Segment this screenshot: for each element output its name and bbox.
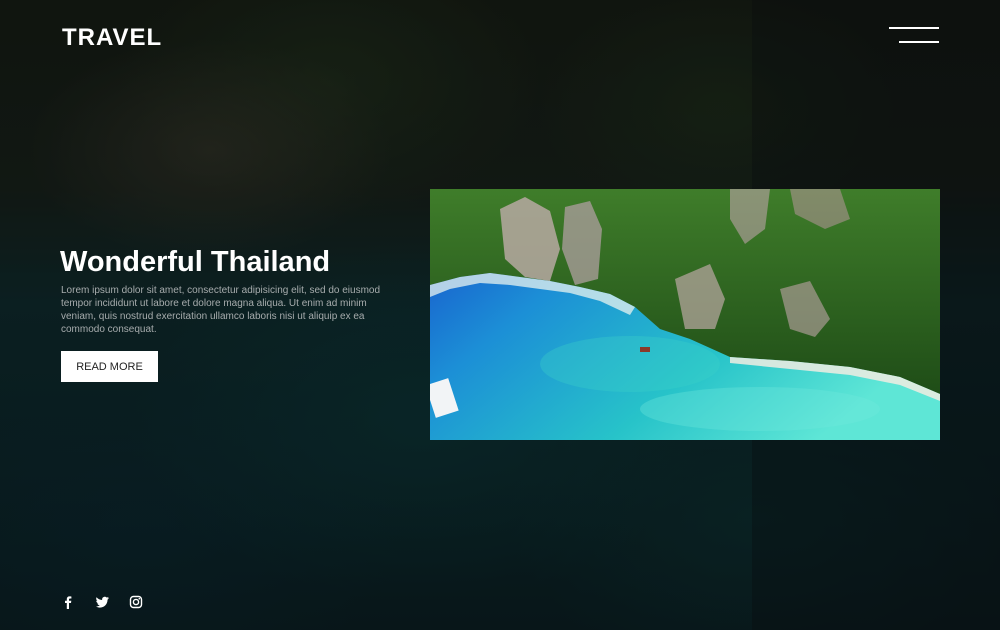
- facebook-icon[interactable]: [60, 594, 76, 610]
- hamburger-menu-icon[interactable]: [889, 27, 941, 47]
- feature-photo-thailand-lagoon: [430, 189, 940, 440]
- menu-bar-bottom: [899, 41, 939, 43]
- read-more-button[interactable]: READ MORE: [61, 351, 158, 382]
- instagram-icon[interactable]: [128, 594, 144, 610]
- site-logo[interactable]: TRAVEL: [62, 24, 162, 52]
- social-links: [60, 594, 144, 610]
- menu-bar-top: [889, 27, 939, 29]
- hero-description: Lorem ipsum dolor sit amet, consectetur …: [61, 285, 381, 335]
- twitter-icon[interactable]: [94, 594, 110, 610]
- hero-title: Wonderful Thailand: [60, 246, 331, 278]
